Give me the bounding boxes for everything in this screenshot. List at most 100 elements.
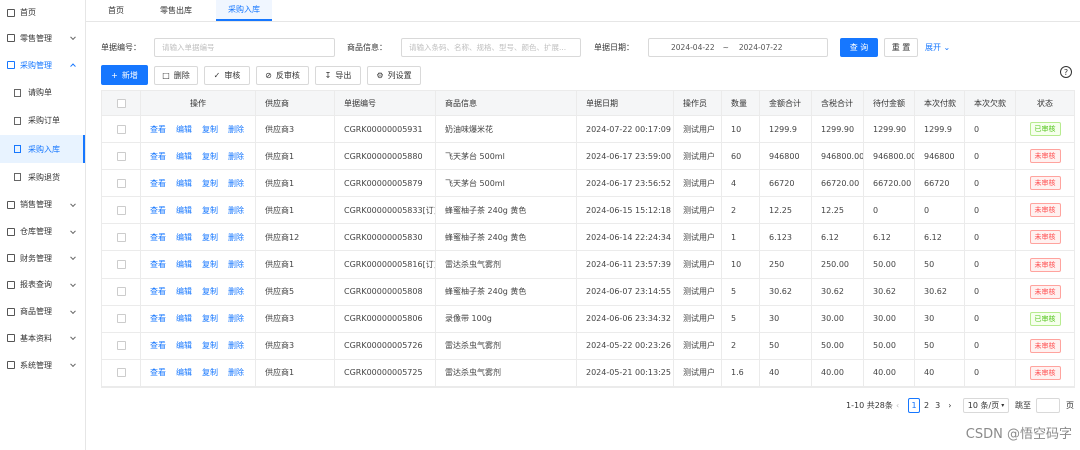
row-edit-link[interactable]: 编辑 <box>176 205 192 216</box>
cell-operator: 测试用户 <box>674 251 722 278</box>
sidebar-item-retail[interactable]: 零售管理 <box>0 25 85 52</box>
row-edit-link[interactable]: 编辑 <box>176 124 192 135</box>
expand-link[interactable]: 展开 ⌄ <box>925 42 950 53</box>
row-delete-link[interactable]: 删除 <box>228 124 244 135</box>
row-delete-link[interactable]: 删除 <box>228 259 244 270</box>
sidebar-item-goods[interactable]: 商品管理 <box>0 298 85 325</box>
sidebar-item-warehouse[interactable]: 仓库管理 <box>0 218 85 245</box>
row-view-link[interactable]: 查看 <box>150 178 166 189</box>
row-view-link[interactable]: 查看 <box>150 124 166 135</box>
page-3-button[interactable]: 3 <box>935 401 940 410</box>
row-view-link[interactable]: 查看 <box>150 151 166 162</box>
query-button[interactable]: 查 询 <box>840 38 878 57</box>
sidebar-item-basic-data[interactable]: 基本资料 <box>0 325 85 352</box>
help-icon[interactable]: ? <box>1060 66 1072 78</box>
row-checkbox[interactable] <box>116 341 126 351</box>
row-view-link[interactable]: 查看 <box>150 367 166 378</box>
row-delete-link[interactable]: 删除 <box>228 205 244 216</box>
row-copy-link[interactable]: 复制 <box>202 286 218 297</box>
tab-purchase-inbound[interactable]: 采购入库 <box>216 0 272 21</box>
row-view-link[interactable]: 查看 <box>150 205 166 216</box>
row-delete-link[interactable]: 删除 <box>228 286 244 297</box>
row-copy-link[interactable]: 复制 <box>202 178 218 189</box>
sidebar-item-system[interactable]: 系统管理 <box>0 352 85 379</box>
row-edit-link[interactable]: 编辑 <box>176 259 192 270</box>
jump-page-input[interactable] <box>1036 398 1060 413</box>
row-edit-link[interactable]: 编辑 <box>176 313 192 324</box>
row-copy-link[interactable]: 复制 <box>202 259 218 270</box>
row-copy-link[interactable]: 复制 <box>202 340 218 351</box>
column-settings-button[interactable]: ⚙ 列设置 <box>367 66 421 85</box>
row-view-link[interactable]: 查看 <box>150 340 166 351</box>
row-edit-link[interactable]: 编辑 <box>176 178 192 189</box>
sidebar-item-report[interactable]: 报表查询 <box>0 272 85 299</box>
row-checkbox[interactable] <box>116 368 126 378</box>
delete-button[interactable]: □ 删除 <box>154 66 198 85</box>
export-button[interactable]: ↧ 导出 <box>315 66 361 85</box>
cell-date: 2024-07-22 00:17:09 <box>577 116 674 143</box>
cell-qty: 1 <box>722 224 760 251</box>
row-checkbox[interactable] <box>116 260 126 270</box>
doc-no-input[interactable]: 请输入单据编号 <box>154 38 335 57</box>
reset-button[interactable]: 重 置 <box>884 38 918 57</box>
unaudit-button[interactable]: ⊘ 反审核 <box>256 66 309 85</box>
sidebar-sub-purchase-order[interactable]: 采购订单 <box>0 107 85 135</box>
doc-date-label: 单据日期： <box>594 43 634 52</box>
row-checkbox[interactable] <box>116 205 126 215</box>
row-edit-link[interactable]: 编辑 <box>176 340 192 351</box>
row-copy-link[interactable]: 复制 <box>202 205 218 216</box>
row-delete-link[interactable]: 删除 <box>228 178 244 189</box>
sidebar-sub-purchase-return[interactable]: 采购退货 <box>0 163 85 191</box>
row-copy-link[interactable]: 复制 <box>202 232 218 243</box>
chevron-down-icon <box>70 201 76 207</box>
row-checkbox[interactable] <box>116 314 126 324</box>
row-edit-link[interactable]: 编辑 <box>176 286 192 297</box>
row-view-link[interactable]: 查看 <box>150 232 166 243</box>
row-delete-link[interactable]: 删除 <box>228 151 244 162</box>
tab-retail-outbound[interactable]: 零售出库 <box>148 0 204 21</box>
row-copy-link[interactable]: 复制 <box>202 124 218 135</box>
date-range-input[interactable]: 2024-04-22 ~ 2024-07-22 <box>648 38 828 57</box>
next-page-icon[interactable]: › <box>948 401 951 410</box>
select-all-checkbox[interactable] <box>116 98 126 108</box>
date-start[interactable]: 2024-04-22 <box>671 43 715 52</box>
cell-supplier: 供应商3 <box>256 332 335 359</box>
sidebar-item-home[interactable]: 首页 <box>0 0 85 25</box>
table-row: 查看 编辑 复制 删除 供应商1 CGRK00000005879 飞天茅台 500ml 202… <box>102 170 1074 198</box>
row-select-cell <box>102 332 141 359</box>
cell-goods: 蜂蜜柚子茶 240g 黄色 <box>436 278 577 305</box>
page-1-button[interactable]: 1 <box>908 398 920 413</box>
row-checkbox[interactable] <box>116 287 126 297</box>
row-delete-link[interactable]: 删除 <box>228 313 244 324</box>
goods-info-input[interactable]: 请输入条码、名称、规格、型号、颜色、扩展... <box>401 38 581 57</box>
add-button[interactable]: + 新增 <box>101 65 148 85</box>
audit-button[interactable]: ✓ 审核 <box>204 66 250 85</box>
page-size-select[interactable]: 10 条/页 ▾ <box>963 397 1009 414</box>
row-delete-link[interactable]: 删除 <box>228 367 244 378</box>
page-2-button[interactable]: 2 <box>924 401 929 410</box>
prev-page-icon[interactable]: ‹ <box>896 397 899 414</box>
row-checkbox[interactable] <box>116 178 126 188</box>
sidebar-item-finance[interactable]: 财务管理 <box>0 245 85 272</box>
row-copy-link[interactable]: 复制 <box>202 151 218 162</box>
row-delete-link[interactable]: 删除 <box>228 232 244 243</box>
row-copy-link[interactable]: 复制 <box>202 367 218 378</box>
row-delete-link[interactable]: 删除 <box>228 340 244 351</box>
row-view-link[interactable]: 查看 <box>150 259 166 270</box>
row-copy-link[interactable]: 复制 <box>202 313 218 324</box>
row-checkbox[interactable] <box>116 151 126 161</box>
row-checkbox[interactable] <box>116 124 126 134</box>
sidebar-sub-requisition[interactable]: 请购单 <box>0 78 85 106</box>
row-edit-link[interactable]: 编辑 <box>176 151 192 162</box>
row-edit-link[interactable]: 编辑 <box>176 232 192 243</box>
sidebar-item-sales[interactable]: 销售管理 <box>0 192 85 219</box>
row-view-link[interactable]: 查看 <box>150 313 166 324</box>
row-edit-link[interactable]: 编辑 <box>176 367 192 378</box>
sidebar-sub-purchase-inbound[interactable]: 采购入库 <box>0 134 85 164</box>
row-view-link[interactable]: 查看 <box>150 286 166 297</box>
cell-operator: 测试用户 <box>674 197 722 224</box>
date-end[interactable]: 2024-07-22 <box>739 43 783 52</box>
row-checkbox[interactable] <box>116 232 126 242</box>
sidebar-item-purchase[interactable]: 采购管理 <box>0 52 85 79</box>
tab-home[interactable]: 首页 <box>96 0 136 21</box>
